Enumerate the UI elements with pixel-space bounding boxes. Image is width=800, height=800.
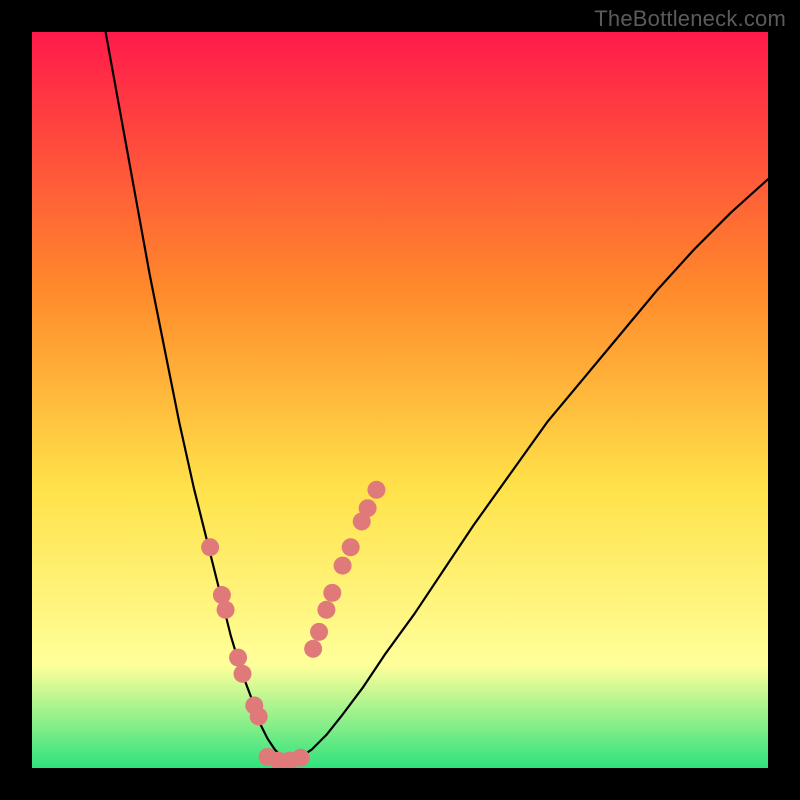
right-dots-point: [367, 481, 385, 499]
left-dots-point: [217, 601, 235, 619]
right-dots-point: [342, 538, 360, 556]
left-dots-point: [229, 649, 247, 667]
right-dots-point: [334, 557, 352, 575]
right-dots-point: [323, 584, 341, 602]
right-dots-point: [310, 623, 328, 641]
watermark-text: TheBottleneck.com: [594, 6, 786, 32]
chart-frame: TheBottleneck.com: [0, 0, 800, 800]
left-dots-point: [250, 707, 268, 725]
left-dots-point: [201, 538, 219, 556]
left-dots-point: [234, 665, 252, 683]
plot-area: [32, 32, 768, 768]
right-dots-point: [304, 640, 322, 658]
plot-svg: [32, 32, 768, 768]
right-dots-point: [359, 499, 377, 517]
right-dots-point: [317, 601, 335, 619]
gradient-background: [32, 32, 768, 768]
bottom-dots-point: [292, 749, 310, 767]
